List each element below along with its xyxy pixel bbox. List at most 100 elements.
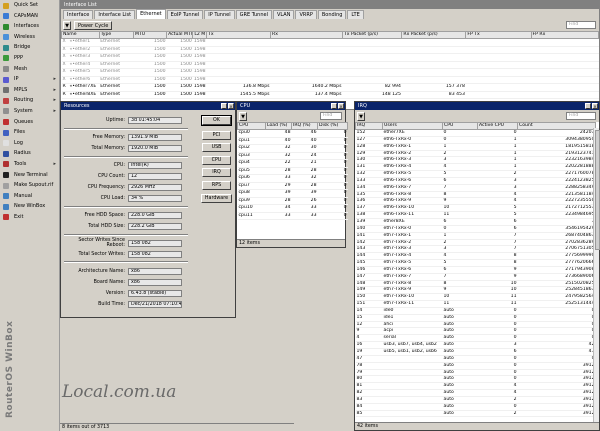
sidebar-item-new-terminal[interactable]: New Terminal bbox=[0, 170, 59, 181]
filter-button[interactable]: ▼ bbox=[357, 111, 365, 121]
table-row[interactable]: 81 auto 4 3912 bbox=[355, 382, 596, 391]
tab-bonding[interactable]: Bonding bbox=[317, 10, 347, 19]
pci-button[interactable]: PCI bbox=[202, 131, 231, 140]
table-row[interactable]: 84 auto 0 3912 bbox=[355, 403, 596, 411]
sidebar-item-exit[interactable]: Exit bbox=[0, 212, 59, 223]
table-row[interactable]: cpu10 34 33 0 bbox=[237, 204, 348, 213]
irq-button[interactable]: IRQ bbox=[202, 168, 231, 177]
table-row[interactable]: 14ide0auto00 bbox=[355, 307, 596, 315]
table-row[interactable]: 78 auto 0 3912 bbox=[355, 362, 596, 370]
tab-interface-list[interactable]: Interface List bbox=[94, 10, 136, 19]
table-row[interactable]: 132 eth6-TxRx-5 5 2 2271760078 bbox=[355, 170, 596, 178]
table-row[interactable]: 83 auto 2 3912 bbox=[355, 396, 596, 404]
column-header[interactable]: CPU bbox=[237, 122, 266, 130]
table-row[interactable]: 142 eth7-TxRx-2 2 7 2702836289 bbox=[355, 239, 596, 247]
table-row[interactable]: cpu2 32 30 0 bbox=[237, 144, 348, 153]
minimize-icon[interactable]: _ bbox=[221, 102, 227, 109]
table-row[interactable]: X «•ether3 Ethernet 1500 1500 1598 bbox=[61, 53, 599, 62]
table-row[interactable]: 138 eth6-TxRx-11 11 5 2234984695 bbox=[355, 211, 596, 219]
filter-button[interactable]: ▼ bbox=[239, 111, 247, 121]
sidebar-item-system[interactable]: System ▸ bbox=[0, 106, 59, 117]
table-row[interactable]: 152 ether7XE 0 0 24203 bbox=[355, 129, 596, 137]
close-icon[interactable]: × bbox=[338, 102, 344, 109]
table-row[interactable]: 131 eth6-TxRx-4 4 1 2202281888 bbox=[355, 163, 596, 172]
table-row[interactable]: 133 eth6-TxRx-6 6 3 2224123825 bbox=[355, 177, 596, 185]
hardware-button[interactable]: Hardware bbox=[201, 194, 232, 203]
table-row[interactable]: X «•ether1 Ethernet 1500 1500 1598 bbox=[61, 38, 599, 47]
tab-interface[interactable]: Interface bbox=[63, 10, 94, 19]
table-row[interactable]: cpu3 32 24 0 bbox=[237, 152, 348, 160]
sidebar-item-new-winbox[interactable]: New WinBox bbox=[0, 201, 59, 212]
search-input[interactable]: Find bbox=[320, 111, 342, 120]
sidebar-item-manual[interactable]: Manual bbox=[0, 191, 59, 202]
column-header[interactable]: Tx bbox=[206, 31, 272, 39]
resources-titlebar[interactable]: Resources _ × bbox=[61, 102, 235, 110]
column-header[interactable]: FP Tx bbox=[465, 31, 532, 39]
column-header[interactable]: FP Rx bbox=[530, 31, 599, 39]
cpu-button[interactable]: CPU bbox=[202, 156, 231, 165]
table-row[interactable]: 130 eth6-TxRx-3 3 1 2232163984 bbox=[355, 156, 596, 165]
table-row[interactable]: R «•ether7XE Ethernet 1500 1500 1598 136.8 Mbp… bbox=[61, 83, 599, 92]
column-header[interactable]: Load (%) bbox=[265, 122, 292, 130]
minimize-icon[interactable]: _ bbox=[585, 102, 591, 109]
column-header[interactable]: Users bbox=[382, 122, 443, 130]
table-row[interactable]: 12ahciauto00 bbox=[355, 321, 596, 329]
table-row[interactable]: 15ide1auto00 bbox=[355, 314, 596, 322]
table-row[interactable]: X «•ether5 Ethernet 1500 1500 1598 bbox=[61, 68, 599, 77]
column-header[interactable]: MTU bbox=[132, 31, 168, 39]
table-row[interactable]: 136 eth6-TxRx-9 9 4 2227235550 bbox=[355, 197, 596, 206]
table-row[interactable]: 144 eth7-TxRx-4 4 8 2775699990 bbox=[355, 252, 596, 261]
table-row[interactable]: 148 eth7-TxRx-8 8 10 2515020825 bbox=[355, 280, 596, 288]
sidebar-item-interfaces[interactable]: Interfaces bbox=[0, 21, 59, 32]
table-row[interactable]: cpu0 48 46 0 bbox=[237, 129, 348, 138]
scrollbar-thumb[interactable] bbox=[594, 130, 600, 250]
column-header[interactable]: Active CPU bbox=[477, 122, 518, 130]
minimize-icon[interactable]: _ bbox=[331, 102, 337, 109]
column-header[interactable]: Rx Packet (p/s) bbox=[401, 31, 467, 39]
tab-gre-tunnel[interactable]: GRE Tunnel bbox=[235, 10, 272, 19]
search-input[interactable]: Find bbox=[566, 20, 596, 29]
power-cycle-button[interactable]: Power Cycle bbox=[74, 20, 113, 30]
tab-ethernet[interactable]: Ethernet bbox=[136, 9, 166, 19]
column-header[interactable]: IRQ (%) bbox=[291, 122, 318, 130]
sidebar-item-ip[interactable]: IP ▸ bbox=[0, 74, 59, 85]
table-row[interactable]: cpu5 28 28 0 bbox=[237, 167, 348, 175]
table-row[interactable]: 79 auto 0 3912 bbox=[355, 369, 596, 377]
table-row[interactable]: 149 eth7-TxRx-9 9 10 2528451863 bbox=[355, 286, 596, 295]
sidebar-item-capsman[interactable]: CAPsMAN bbox=[0, 11, 59, 22]
sidebar-item-mpls[interactable]: MPLS ▸ bbox=[0, 85, 59, 96]
table-row[interactable]: cpu11 33 33 0 bbox=[237, 212, 348, 220]
table-row[interactable]: 146 eth7-TxRx-6 6 9 2717943908 bbox=[355, 266, 596, 274]
table-row[interactable]: cpu1 40 40 0 bbox=[237, 137, 348, 145]
table-row[interactable]: cpu8 39 39 0 bbox=[237, 189, 348, 198]
column-header[interactable]: Name bbox=[61, 31, 100, 39]
sidebar-item-routing[interactable]: Routing ▸ bbox=[0, 95, 59, 106]
sidebar-item-ppp[interactable]: PPP bbox=[0, 53, 59, 64]
ok-button[interactable]: OK bbox=[201, 115, 232, 126]
column-header[interactable]: Count bbox=[517, 122, 596, 130]
close-icon[interactable]: × bbox=[592, 102, 598, 109]
table-row[interactable]: 128 eth6-TxRx-1 1 1 1819515818 bbox=[355, 143, 596, 151]
table-row[interactable]: X «•ether6 Ethernet 1500 1500 1598 bbox=[61, 76, 599, 84]
table-row[interactable]: 139ether8XE667 bbox=[355, 218, 596, 226]
tab-vlan[interactable]: VLAN bbox=[272, 10, 295, 19]
sidebar-item-mesh[interactable]: Mesh bbox=[0, 64, 59, 75]
sidebar-item-wireless[interactable]: Wireless bbox=[0, 32, 59, 43]
table-row[interactable]: 150 eth7-TxRx-10 10 11 2479582564 bbox=[355, 293, 596, 302]
table-row[interactable]: cpu7 29 28 0 bbox=[237, 182, 348, 190]
usb-button[interactable]: USB bbox=[202, 143, 231, 152]
irq-scrollbar[interactable] bbox=[593, 128, 600, 422]
sidebar-item-log[interactable]: Log bbox=[0, 138, 59, 149]
table-row[interactable]: 47auto00 bbox=[355, 355, 596, 363]
tab-eoip-tunnel[interactable]: EoIP Tunnel bbox=[166, 10, 204, 19]
column-header[interactable]: Rx bbox=[270, 31, 343, 39]
cpu-titlebar[interactable]: CPU _ × bbox=[237, 102, 345, 110]
table-row[interactable]: 135 eth6-TxRx-8 8 4 2213581184 bbox=[355, 191, 596, 199]
column-header[interactable]: CPU bbox=[442, 122, 478, 130]
tab-ip-tunnel[interactable]: IP Tunnel bbox=[204, 10, 235, 19]
table-row[interactable]: 141 eth7-TxRx-1 1 7 2687404863 bbox=[355, 232, 596, 240]
table-row[interactable]: cpu6 33 32 0 bbox=[237, 174, 348, 183]
column-header[interactable]: Disk (%) bbox=[317, 122, 348, 130]
table-row[interactable]: 134 eth6-TxRx-7 7 3 2288258349 bbox=[355, 184, 596, 192]
table-row[interactable]: 151 eth7-TxRx-11 11 11 2525131444 bbox=[355, 300, 596, 308]
